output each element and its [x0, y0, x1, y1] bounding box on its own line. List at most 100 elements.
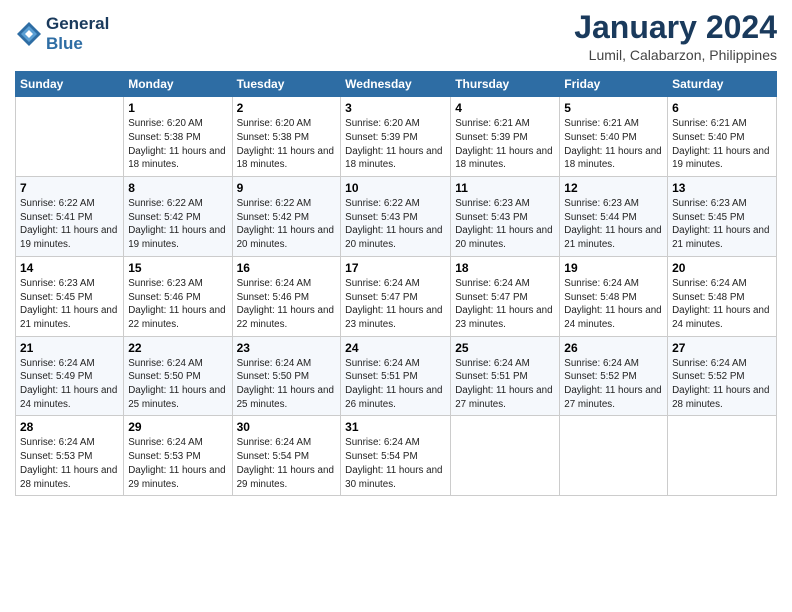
day-number: 4 — [455, 101, 555, 115]
day-info: Sunrise: 6:23 AMSunset: 5:43 PMDaylight:… — [455, 197, 555, 252]
day-info: Sunrise: 6:24 AMSunset: 5:50 PMDaylight:… — [237, 357, 337, 412]
page-container: General Blue January 2024 Lumil, Calabar… — [0, 0, 792, 506]
day-info: Sunrise: 6:24 AMSunset: 5:52 PMDaylight:… — [672, 357, 772, 412]
day-info: Sunrise: 6:22 AMSunset: 5:42 PMDaylight:… — [237, 197, 337, 252]
day-info: Sunrise: 6:24 AMSunset: 5:48 PMDaylight:… — [672, 277, 772, 332]
day-info: Sunrise: 6:20 AMSunset: 5:38 PMDaylight:… — [128, 117, 227, 172]
calendar-week-4: 21 Sunrise: 6:24 AMSunset: 5:49 PMDayligh… — [16, 336, 777, 416]
day-number: 25 — [455, 341, 555, 355]
day-number: 15 — [128, 261, 227, 275]
day-info: Sunrise: 6:24 AMSunset: 5:53 PMDaylight:… — [20, 436, 119, 491]
calendar-week-3: 14 Sunrise: 6:23 AMSunset: 5:45 PMDayligh… — [16, 256, 777, 336]
calendar-cell: 11 Sunrise: 6:23 AMSunset: 5:43 PMDayligh… — [451, 177, 560, 257]
day-number: 2 — [237, 101, 337, 115]
calendar-cell: 22 Sunrise: 6:24 AMSunset: 5:50 PMDayligh… — [124, 336, 232, 416]
day-number: 13 — [672, 181, 772, 195]
calendar-week-2: 7Sunrise: 6:22 AMSunset: 5:41 PMDaylight… — [16, 177, 777, 257]
day-number: 20 — [672, 261, 772, 275]
calendar-cell — [451, 416, 560, 496]
calendar-cell: 27Sunrise: 6:24 AMSunset: 5:52 PMDayligh… — [668, 336, 777, 416]
calendar-table: Sunday Monday Tuesday Wednesday Thursday… — [15, 71, 777, 496]
day-info: Sunrise: 6:23 AMSunset: 5:46 PMDaylight:… — [128, 277, 227, 332]
calendar-cell: 17 Sunrise: 6:24 AMSunset: 5:47 PMDayligh… — [341, 256, 451, 336]
calendar-cell: 25Sunrise: 6:24 AMSunset: 5:51 PMDayligh… — [451, 336, 560, 416]
day-info: Sunrise: 6:24 AMSunset: 5:47 PMDaylight:… — [345, 277, 446, 332]
day-number: 8 — [128, 181, 227, 195]
calendar-cell — [16, 97, 124, 177]
day-info: Sunrise: 6:20 AMSunset: 5:38 PMDaylight:… — [237, 117, 337, 172]
day-number: 5 — [564, 101, 663, 115]
month-title: January 2024 — [574, 10, 777, 45]
day-number: 3 — [345, 101, 446, 115]
day-number: 6 — [672, 101, 772, 115]
calendar-cell: 13 Sunrise: 6:23 AMSunset: 5:45 PMDayligh… — [668, 177, 777, 257]
calendar-cell: 20 Sunrise: 6:24 AMSunset: 5:48 PMDayligh… — [668, 256, 777, 336]
day-info: Sunrise: 6:23 AMSunset: 5:45 PMDaylight:… — [20, 277, 119, 332]
day-info: Sunrise: 6:24 AMSunset: 5:49 PMDaylight:… — [20, 357, 119, 412]
day-info: Sunrise: 6:24 AMSunset: 5:51 PMDaylight:… — [345, 357, 446, 412]
day-number: 21 — [20, 341, 119, 355]
calendar-cell: 21 Sunrise: 6:24 AMSunset: 5:49 PMDayligh… — [16, 336, 124, 416]
day-info: Sunrise: 6:22 AMSunset: 5:42 PMDaylight:… — [128, 197, 227, 252]
calendar-cell: 3 Sunrise: 6:20 AMSunset: 5:39 PMDaylight… — [341, 97, 451, 177]
day-info: Sunrise: 6:20 AMSunset: 5:39 PMDaylight:… — [345, 117, 446, 172]
day-number: 23 — [237, 341, 337, 355]
day-number: 30 — [237, 420, 337, 434]
calendar-body: 1Sunrise: 6:20 AMSunset: 5:38 PMDaylight… — [16, 97, 777, 496]
day-info: Sunrise: 6:23 AMSunset: 5:45 PMDaylight:… — [672, 197, 772, 252]
day-info: Sunrise: 6:23 AMSunset: 5:44 PMDaylight:… — [564, 197, 663, 252]
day-number: 29 — [128, 420, 227, 434]
day-number: 14 — [20, 261, 119, 275]
calendar-cell: 28 Sunrise: 6:24 AMSunset: 5:53 PMDayligh… — [16, 416, 124, 496]
day-info: Sunrise: 6:24 AMSunset: 5:54 PMDaylight:… — [237, 436, 337, 491]
calendar-cell — [668, 416, 777, 496]
calendar-cell: 10Sunrise: 6:22 AMSunset: 5:43 PMDayligh… — [341, 177, 451, 257]
day-number: 31 — [345, 420, 446, 434]
logo: General Blue — [15, 14, 109, 53]
subtitle: Lumil, Calabarzon, Philippines — [574, 47, 777, 63]
day-info: Sunrise: 6:22 AMSunset: 5:43 PMDaylight:… — [345, 197, 446, 252]
calendar-cell: 14 Sunrise: 6:23 AMSunset: 5:45 PMDayligh… — [16, 256, 124, 336]
calendar-cell: 24 Sunrise: 6:24 AMSunset: 5:51 PMDayligh… — [341, 336, 451, 416]
day-info: Sunrise: 6:24 AMSunset: 5:54 PMDaylight:… — [345, 436, 446, 491]
header-row: Sunday Monday Tuesday Wednesday Thursday… — [16, 72, 777, 97]
calendar-cell: 23 Sunrise: 6:24 AMSunset: 5:50 PMDayligh… — [232, 336, 341, 416]
day-number: 11 — [455, 181, 555, 195]
calendar-cell: 8 Sunrise: 6:22 AMSunset: 5:42 PMDaylight… — [124, 177, 232, 257]
day-number: 28 — [20, 420, 119, 434]
col-wednesday: Wednesday — [341, 72, 451, 97]
day-info: Sunrise: 6:24 AMSunset: 5:53 PMDaylight:… — [128, 436, 227, 491]
calendar-cell: 15 Sunrise: 6:23 AMSunset: 5:46 PMDayligh… — [124, 256, 232, 336]
day-info: Sunrise: 6:21 AMSunset: 5:40 PMDaylight:… — [672, 117, 772, 172]
day-info: Sunrise: 6:21 AMSunset: 5:40 PMDaylight:… — [564, 117, 663, 172]
day-info: Sunrise: 6:24 AMSunset: 5:50 PMDaylight:… — [128, 357, 227, 412]
day-number: 24 — [345, 341, 446, 355]
day-info: Sunrise: 6:24 AMSunset: 5:46 PMDaylight:… — [237, 277, 337, 332]
calendar-cell: 7Sunrise: 6:22 AMSunset: 5:41 PMDaylight… — [16, 177, 124, 257]
day-info: Sunrise: 6:24 AMSunset: 5:52 PMDaylight:… — [564, 357, 663, 412]
logo-icon — [15, 20, 43, 48]
day-number: 18 — [455, 261, 555, 275]
calendar-cell: 6 Sunrise: 6:21 AMSunset: 5:40 PMDaylight… — [668, 97, 777, 177]
col-saturday: Saturday — [668, 72, 777, 97]
calendar-cell: 2 Sunrise: 6:20 AMSunset: 5:38 PMDaylight… — [232, 97, 341, 177]
calendar-cell: 31 Sunrise: 6:24 AMSunset: 5:54 PMDayligh… — [341, 416, 451, 496]
calendar-cell: 5 Sunrise: 6:21 AMSunset: 5:40 PMDaylight… — [560, 97, 668, 177]
calendar-week-1: 1Sunrise: 6:20 AMSunset: 5:38 PMDaylight… — [16, 97, 777, 177]
day-number: 17 — [345, 261, 446, 275]
col-friday: Friday — [560, 72, 668, 97]
calendar-cell: 19Sunrise: 6:24 AMSunset: 5:48 PMDayligh… — [560, 256, 668, 336]
title-area: January 2024 Lumil, Calabarzon, Philippi… — [574, 10, 777, 63]
day-info: Sunrise: 6:21 AMSunset: 5:39 PMDaylight:… — [455, 117, 555, 172]
col-sunday: Sunday — [16, 72, 124, 97]
day-number: 22 — [128, 341, 227, 355]
calendar-cell — [560, 416, 668, 496]
day-number: 12 — [564, 181, 663, 195]
col-thursday: Thursday — [451, 72, 560, 97]
calendar-cell: 16Sunrise: 6:24 AMSunset: 5:46 PMDayligh… — [232, 256, 341, 336]
col-tuesday: Tuesday — [232, 72, 341, 97]
calendar-cell: 30 Sunrise: 6:24 AMSunset: 5:54 PMDayligh… — [232, 416, 341, 496]
calendar-cell: 29 Sunrise: 6:24 AMSunset: 5:53 PMDayligh… — [124, 416, 232, 496]
calendar-cell: 1Sunrise: 6:20 AMSunset: 5:38 PMDaylight… — [124, 97, 232, 177]
col-monday: Monday — [124, 72, 232, 97]
